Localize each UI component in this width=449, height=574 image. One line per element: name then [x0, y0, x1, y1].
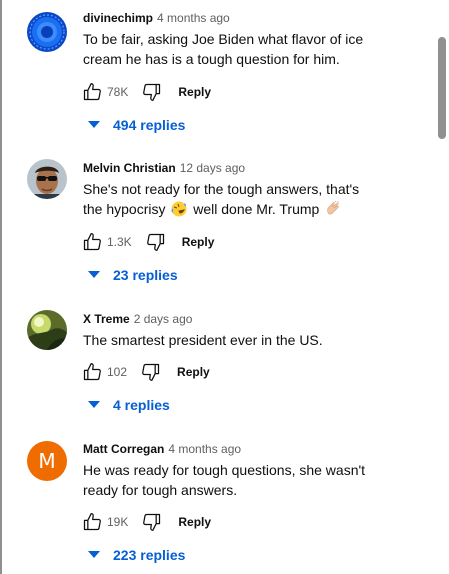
comment-time[interactable]: 2 days ago — [134, 312, 193, 326]
like-button[interactable] — [80, 510, 104, 534]
caret-down-icon — [88, 269, 100, 281]
letter-avatar: M — [27, 441, 67, 481]
avatar[interactable] — [27, 159, 67, 199]
comment-author[interactable]: Melvin Christian — [83, 161, 176, 175]
comment-header: X Treme 2 days ago — [83, 310, 428, 328]
comment-actions: 19K Reply — [80, 510, 211, 534]
comment-header: divinechimp 4 months ago — [83, 9, 428, 27]
replies-count-label: 223 replies — [113, 547, 186, 563]
comment-body: Melvin Christian 12 days ago She's not re… — [83, 159, 428, 222]
comment-text-line: He was ready for tough questions, she wa… — [83, 462, 366, 478]
avatar[interactable]: M — [27, 441, 67, 481]
comment-actions: 78K Reply — [80, 80, 211, 104]
comment-body: divinechimp 4 months ago To be fair, aski… — [83, 9, 428, 69]
comment-author[interactable]: Matt Corregan — [83, 442, 164, 456]
comment-time[interactable]: 12 days ago — [180, 161, 245, 175]
view-replies-button[interactable]: 23 replies — [88, 265, 178, 285]
dislike-button[interactable] — [140, 80, 164, 104]
clapping-hands-emoji-icon — [325, 200, 341, 222]
page-left-border — [0, 0, 2, 574]
thumbs-down-icon — [143, 513, 161, 531]
caret-down-icon — [88, 549, 100, 561]
comment-actions: 1.3K Reply — [80, 230, 214, 254]
thumbs-down-icon — [143, 83, 161, 101]
dislike-button[interactable] — [139, 360, 163, 384]
caret-down-icon — [88, 399, 100, 411]
like-button[interactable] — [80, 230, 104, 254]
thumbs-up-icon — [83, 513, 101, 531]
like-count: 102 — [107, 365, 128, 379]
comment-body: Matt Corregan 4 months ago He was ready f… — [83, 440, 428, 500]
avatar[interactable] — [27, 310, 67, 350]
comment-header: Matt Corregan 4 months ago — [83, 440, 428, 458]
comment-author[interactable]: divinechimp — [83, 11, 153, 25]
thumbs-up-icon — [83, 363, 101, 381]
comment-author[interactable]: X Treme — [83, 312, 130, 326]
man-with-sunglasses-avatar-icon — [27, 159, 67, 199]
view-replies-button[interactable]: 4 replies — [88, 395, 170, 415]
comment-actions: 102 Reply — [80, 360, 210, 384]
thumbs-up-icon — [83, 83, 101, 101]
reply-button[interactable]: Reply — [178, 85, 211, 99]
thumbs-down-icon — [142, 363, 160, 381]
reply-button[interactable]: Reply — [177, 365, 210, 379]
comment-text: The smartest president ever in the US. — [83, 332, 323, 348]
scrollbar-thumb[interactable] — [438, 37, 446, 139]
comment-body: X Treme 2 days ago The smartest president… — [83, 310, 428, 350]
comment-text-line: She's not ready for the tough answers, t… — [83, 181, 360, 197]
blue-circle-avatar-icon — [27, 12, 67, 52]
view-replies-button[interactable]: 223 replies — [88, 545, 185, 565]
comment-text: To be fair, asking Joe Biden what flavor… — [83, 31, 364, 67]
avatar[interactable] — [27, 12, 67, 52]
like-button[interactable] — [80, 360, 104, 384]
scrollbar[interactable] — [435, 0, 449, 574]
comment-text-line: the hypocrisy well done Mr. Trump — [83, 199, 428, 222]
rolling-on-floor-laughing-emoji-icon — [171, 201, 187, 222]
dislike-button[interactable] — [140, 510, 164, 534]
comment-text-segment: the hypocrisy — [83, 201, 166, 217]
thumbs-up-icon — [83, 233, 101, 251]
like-count: 19K — [107, 515, 129, 529]
like-count: 78K — [107, 85, 129, 99]
replies-count-label: 494 replies — [113, 117, 186, 133]
comment-time[interactable]: 4 months ago — [157, 11, 230, 25]
green-landscape-avatar-icon — [27, 310, 67, 350]
comment-header: Melvin Christian 12 days ago — [83, 159, 428, 177]
comment-text: She's not ready for the tough answers, t… — [83, 179, 428, 222]
comment-text-segment: well done Mr. Trump — [193, 201, 320, 217]
comment-text: He was ready for tough questions, she wa… — [83, 460, 428, 500]
reply-button[interactable]: Reply — [182, 235, 215, 249]
like-count: 1.3K — [107, 235, 132, 249]
replies-count-label: 23 replies — [113, 267, 178, 283]
dislike-button[interactable] — [144, 230, 168, 254]
comment-text-line: ready for tough answers. — [83, 482, 238, 498]
caret-down-icon — [88, 119, 100, 131]
view-replies-button[interactable]: 494 replies — [88, 115, 185, 135]
replies-count-label: 4 replies — [113, 397, 170, 413]
thumbs-down-icon — [146, 233, 164, 251]
like-button[interactable] — [80, 80, 104, 104]
reply-button[interactable]: Reply — [178, 515, 211, 529]
comment-time[interactable]: 4 months ago — [168, 442, 241, 456]
